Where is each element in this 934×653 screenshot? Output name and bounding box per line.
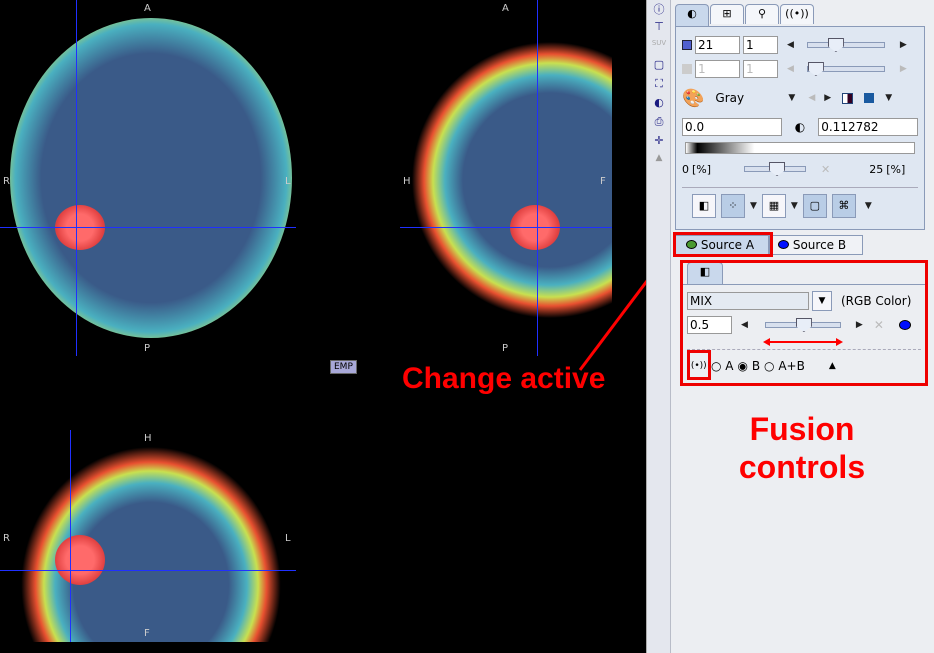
orientation-label: P xyxy=(502,343,509,354)
divider xyxy=(682,187,918,188)
tab-source-b[interactable]: Source B xyxy=(769,235,863,255)
slice-input[interactable]: 21 xyxy=(695,36,740,54)
crosshair-horizontal xyxy=(400,227,612,228)
grid-dropdown[interactable]: ▼ xyxy=(750,201,757,211)
prev-slice-button[interactable]: ◀ xyxy=(787,40,794,50)
prev-colormap-button: ◀ xyxy=(808,93,816,103)
slice-icon xyxy=(682,40,692,50)
slice-slider[interactable] xyxy=(806,38,885,52)
collapse-icon[interactable]: ▲ xyxy=(649,153,669,171)
next-slice-button[interactable]: ▶ xyxy=(900,40,907,50)
tab-tools[interactable]: ⚲ xyxy=(745,4,779,24)
suv-icon[interactable]: SUV xyxy=(649,39,669,57)
source-b-label: Source B xyxy=(792,238,847,252)
min-input[interactable]: 0.0 xyxy=(682,118,782,136)
orientation-label: F xyxy=(600,176,606,187)
crosshair-horizontal xyxy=(0,227,296,228)
axial-view[interactable]: A P R L xyxy=(0,0,296,356)
3d-icon[interactable] xyxy=(864,93,875,103)
network-icon[interactable]: ⊤ xyxy=(649,20,669,38)
annotation-fusion-controls: Fusion controls xyxy=(738,411,866,485)
orientation-label: F xyxy=(144,628,150,639)
crosshair-horizontal xyxy=(0,570,296,571)
grid-button[interactable]: ⁘ xyxy=(721,194,745,218)
colorbar[interactable] xyxy=(685,142,915,154)
frame-input[interactable]: 1 xyxy=(743,36,778,54)
crosshair-vertical xyxy=(537,0,538,356)
lesion xyxy=(55,535,105,585)
reset-icon[interactable]: ✕ xyxy=(821,163,830,176)
orientation-label: P xyxy=(144,343,151,354)
overlay-dropdown[interactable]: ▼ xyxy=(865,201,872,211)
colormap-dropdown[interactable]: ▼ xyxy=(788,93,795,103)
orientation-label: L xyxy=(285,176,291,187)
orientation-label: H xyxy=(403,176,411,187)
coronal-image xyxy=(10,435,292,642)
tab-fusion[interactable]: ((•)) xyxy=(780,4,814,24)
print-icon[interactable]: ⎙ xyxy=(649,115,669,133)
pct-unit: [%] xyxy=(692,162,712,176)
highlight-source-a xyxy=(673,232,773,257)
orientation-label: A xyxy=(144,3,151,14)
pattern-dropdown[interactable]: ▼ xyxy=(791,201,798,211)
control-panel: ⓘ ⊤ SUV ▢ ⛶ ◐ ⎙ ✛ ▲ ◐ ⊞ ⚲ ((•)) 21 1 ◀ ▶… xyxy=(646,0,934,653)
coronal-view[interactable]: H F R L xyxy=(0,430,296,642)
contrast-icon[interactable]: ◐ xyxy=(649,96,669,114)
crosshair-vertical xyxy=(76,0,77,356)
orientation-label: L xyxy=(285,533,291,544)
tab-layout[interactable]: ⊞ xyxy=(710,4,744,24)
frame-slider xyxy=(806,62,885,76)
roi-icon[interactable]: ▢ xyxy=(649,58,669,76)
orientation-label: R xyxy=(3,533,10,544)
pct-slider[interactable] xyxy=(744,162,807,176)
orientation-label: A xyxy=(502,3,509,14)
tab-contrast[interactable]: ◐ xyxy=(675,4,709,26)
pct-low: 0 xyxy=(682,162,689,176)
highlight-fusion-controls xyxy=(680,260,928,386)
orientation-label: R xyxy=(3,176,10,187)
more-dropdown[interactable]: ▼ xyxy=(885,93,892,103)
crosshair-vertical xyxy=(70,430,71,642)
slice2-input: 1 xyxy=(695,60,740,78)
pattern-button[interactable]: ▦ xyxy=(761,194,786,218)
side-toolbar: ⓘ ⊤ SUV ▢ ⛶ ◐ ⎙ ✛ ▲ xyxy=(647,0,671,653)
max-input[interactable]: 0.112782 xyxy=(818,118,918,136)
colormap-label: Gray xyxy=(715,91,745,105)
crosshair-icon[interactable]: ✛ xyxy=(649,134,669,152)
axial-image xyxy=(10,18,292,338)
invert-icon[interactable] xyxy=(842,92,854,104)
orientation-label: H xyxy=(144,433,152,444)
pct-high: 25 xyxy=(869,162,884,176)
mask-button[interactable]: ◧ xyxy=(692,194,716,218)
overlay-button[interactable]: ⌘ xyxy=(831,194,856,218)
next-colormap-button[interactable]: ▶ xyxy=(824,93,831,103)
highlight-fusion-button xyxy=(687,350,711,380)
pct-unit: [%] xyxy=(886,162,906,176)
frame-icon xyxy=(682,64,692,74)
source-b-color-icon xyxy=(778,240,789,249)
image-controls: ◐ ⊞ ⚲ ((•)) 21 1 ◀ ▶ 1 1 ◀ ▶ 🎨 Gray ▼ ◀ ▶… xyxy=(675,4,925,230)
next-frame-button: ▶ xyxy=(899,64,907,74)
roi-button[interactable]: ▢ xyxy=(802,194,827,218)
prev-frame-button: ◀ xyxy=(787,64,794,74)
emp-badge: EMP xyxy=(330,360,357,374)
zoom-fit-icon[interactable]: ⛶ xyxy=(649,77,669,95)
frame2-input: 1 xyxy=(743,60,778,78)
contrast-swap-icon[interactable]: ◐ xyxy=(795,120,805,134)
palette-icon[interactable]: 🎨 xyxy=(682,88,704,109)
info-icon[interactable]: ⓘ xyxy=(649,1,669,19)
